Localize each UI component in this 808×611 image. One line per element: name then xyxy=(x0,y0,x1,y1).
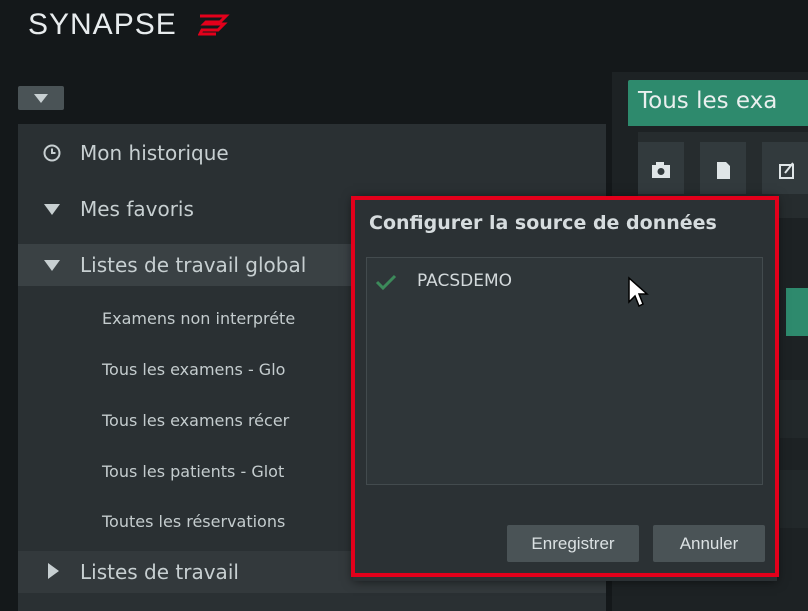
sidebar-item-label: Mon historique xyxy=(80,141,229,165)
checkmark-icon[interactable] xyxy=(375,273,397,291)
sidebar-item-history[interactable]: Mon historique xyxy=(18,132,606,174)
datasource-list: PACSDEMO xyxy=(366,257,763,485)
sidebar-item-label: Mes favoris xyxy=(80,197,194,221)
list-row xyxy=(780,380,808,438)
edit-button[interactable] xyxy=(762,142,808,194)
cancel-button[interactable]: Annuler xyxy=(653,525,765,562)
app-logo-text: SYNAPSE xyxy=(28,8,177,41)
collapse-sidebar-button[interactable] xyxy=(18,86,64,110)
camera-icon xyxy=(652,162,670,178)
sidebar-item-label: Listes de travail global xyxy=(80,253,307,277)
camera-button[interactable] xyxy=(638,142,684,194)
worklist-item-label: Tous les examens - Glo xyxy=(102,360,286,379)
history-icon xyxy=(43,144,61,162)
caret-down-icon xyxy=(44,260,60,271)
synapse-logo-icon xyxy=(198,14,230,36)
datasource-label: PACSDEMO xyxy=(417,271,513,291)
caret-right-icon xyxy=(48,563,59,579)
tab-label: Tous les exa xyxy=(638,88,778,114)
dialog-title: Configurer la source de données xyxy=(369,212,717,234)
worklist-item-label: Tous les examens récer xyxy=(102,411,290,430)
mouse-cursor-icon xyxy=(628,276,649,308)
document-button[interactable] xyxy=(700,142,746,194)
edit-icon xyxy=(779,162,794,179)
worklist-item-label: Tous les patients - Glot xyxy=(102,462,285,481)
configure-datasource-dialog: Configurer la source de données PACSDEMO… xyxy=(353,198,777,581)
caret-down-icon xyxy=(44,204,60,215)
list-row xyxy=(780,470,808,528)
worklist-item-label: Examens non interpréte xyxy=(102,309,296,328)
document-icon xyxy=(717,162,730,179)
top-bar: SYNAPSE xyxy=(0,0,808,70)
tab-all-exams[interactable]: Tous les exa xyxy=(628,80,808,126)
worklist-item-label: Toutes les réservations xyxy=(102,512,286,531)
chevron-down-icon xyxy=(34,94,48,103)
selected-row-indicator xyxy=(786,288,808,336)
sidebar-item-label: Listes de travail xyxy=(80,560,239,584)
save-button[interactable]: Enregistrer xyxy=(507,525,639,562)
